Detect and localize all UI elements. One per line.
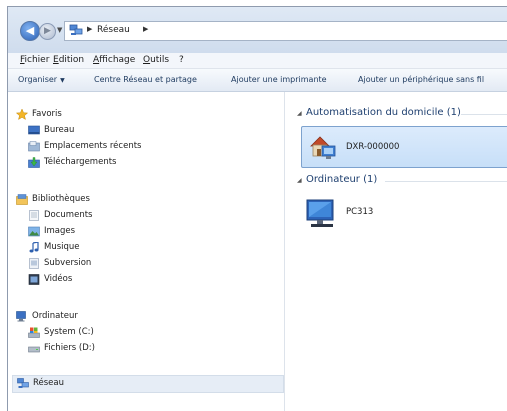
sidebar-item-label: Subversion	[44, 258, 92, 268]
images-icon	[28, 226, 40, 237]
network-icon	[17, 378, 29, 388]
collapse-triangle-icon: ◢	[297, 110, 302, 117]
menu-help[interactable]: ?	[179, 55, 184, 65]
address-field[interactable]: ▶ Réseau ▶	[64, 21, 507, 41]
breadcrumb-separator-icon[interactable]: ▶	[143, 25, 148, 33]
documents-icon	[29, 210, 39, 221]
sidebar-item-network[interactable]: Réseau	[12, 375, 284, 393]
hard-drive-icon	[28, 346, 40, 353]
music-icon	[29, 242, 39, 253]
sidebar-item-label: Bibliothèques	[32, 194, 90, 204]
menu-fichier[interactable]: Fichier	[20, 55, 49, 65]
computer-icon	[16, 311, 26, 322]
forward-button[interactable]: ▶	[39, 23, 56, 40]
command-bar: Organiser ▼ Centre Réseau et partage Ajou…	[8, 69, 507, 92]
libraries-icon	[16, 194, 28, 205]
device-item-pc313[interactable]: PC313	[305, 196, 425, 232]
sidebar-item-label: Musique	[44, 242, 80, 252]
device-item-dxr[interactable]: DXR-000000	[301, 126, 507, 168]
downloads-icon	[28, 157, 40, 168]
sidebar-item-label: System (C:)	[44, 327, 94, 337]
breadcrumb-separator-icon[interactable]: ▶	[87, 25, 92, 33]
menu-edition[interactable]: Edition	[53, 55, 84, 65]
chevron-down-icon: ▼	[60, 77, 65, 84]
home-automation-device-icon	[310, 136, 336, 159]
videos-icon	[28, 274, 40, 285]
menu-bar: Fichier Edition Affichage Outils ?	[8, 53, 507, 69]
menu-outils[interactable]: Outils	[143, 55, 169, 65]
sidebar-item-label: Images	[44, 226, 76, 236]
sidebar-item-label: Fichiers (D:)	[44, 343, 95, 353]
sidebar-item-label: Téléchargements	[44, 157, 117, 167]
collapse-triangle-icon: ◢	[297, 177, 302, 184]
star-icon	[16, 109, 28, 120]
system-drive-icon	[28, 327, 40, 338]
sidebar-item-label: Réseau	[33, 378, 65, 388]
menu-affichage[interactable]: Affichage	[93, 55, 135, 65]
group-divider	[461, 114, 507, 115]
organize-label: Organiser	[18, 75, 58, 84]
address-bar-area: ◀ ▶ ▼ ▶ Réseau ▶	[8, 7, 507, 53]
subversion-library-icon	[29, 258, 39, 269]
group-header-label: Ordinateur (1)	[306, 174, 378, 185]
explorer-window: ◀ ▶ ▼ ▶ Réseau ▶ Fichier Edition Afficha…	[7, 6, 507, 411]
sidebar-item-label: Bureau	[44, 125, 75, 135]
sidebar-item-label: Emplacements récents	[44, 141, 142, 151]
network-icon	[69, 24, 83, 35]
desktop-icon	[28, 125, 40, 135]
sidebar-item-label: Documents	[44, 210, 93, 220]
breadcrumb-network[interactable]: Réseau	[97, 25, 130, 35]
back-button[interactable]: ◀	[20, 21, 40, 41]
sidebar-item-label: Ordinateur	[32, 311, 78, 321]
computer-monitor-icon	[306, 199, 334, 227]
forward-arrow-icon: ▶	[44, 26, 51, 36]
group-divider	[385, 181, 507, 182]
sidebar-item-label: Vidéos	[44, 274, 73, 284]
back-arrow-icon: ◀	[25, 24, 35, 37]
add-printer-button[interactable]: Ajouter une imprimante	[231, 75, 327, 84]
organize-button[interactable]: Organiser ▼	[18, 75, 65, 84]
recent-places-icon	[28, 141, 40, 152]
content-pane: ◢ Automatisation du domicile (1) DXR-000…	[285, 92, 507, 411]
history-dropdown-icon[interactable]: ▼	[57, 26, 62, 34]
add-wireless-device-button[interactable]: Ajouter un périphérique sans fil	[358, 75, 484, 84]
network-center-button[interactable]: Centre Réseau et partage	[94, 75, 197, 84]
device-item-label: PC313	[346, 207, 374, 217]
device-item-label: DXR-000000	[346, 142, 400, 152]
sidebar-item-label: Favoris	[32, 109, 62, 119]
navigation-pane: Favoris Bureau Emplacements récents Télé…	[8, 92, 285, 411]
group-header-label: Automatisation du domicile (1)	[306, 107, 461, 118]
